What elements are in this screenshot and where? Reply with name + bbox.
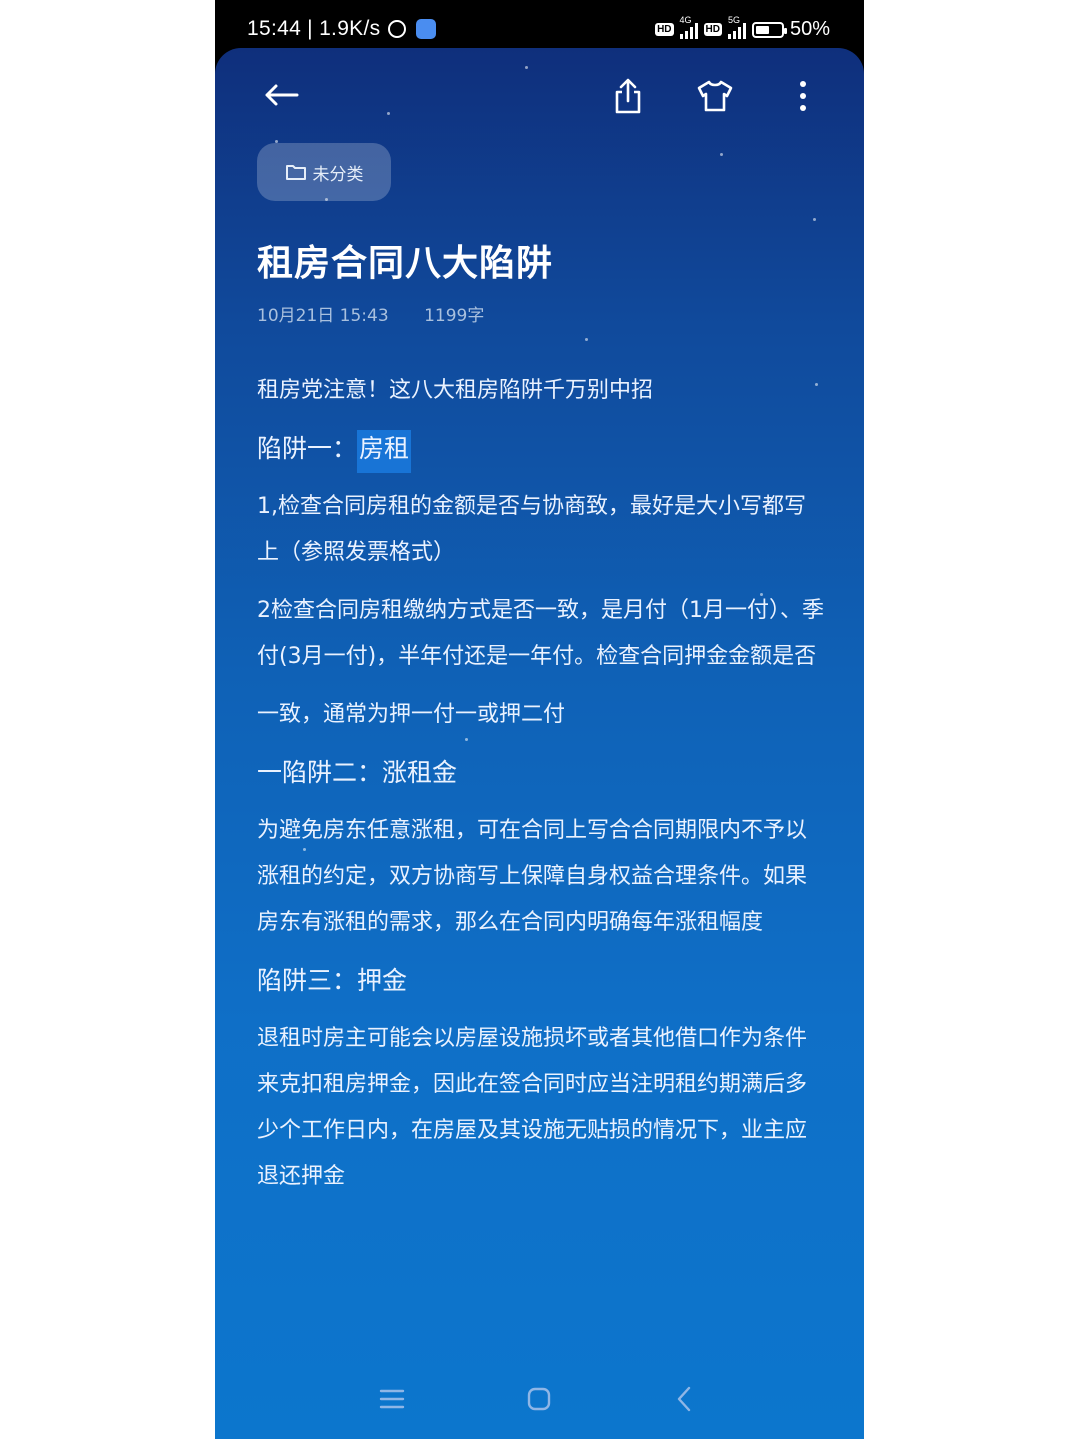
signal-icon-1: 4G (679, 15, 698, 39)
body-paragraph-5: 退租时房主可能会以房屋设施损坏或者其他借口作为条件来克扣租房押金，因此在签合同时… (257, 1026, 808, 1189)
section-heading-2: 一陷阱二：涨租金 (257, 758, 458, 787)
hd-badge-2: HD (703, 23, 722, 36)
share-button[interactable] (608, 76, 648, 116)
body-paragraph-3: 一致，通常为押一付一或押二付 (257, 702, 566, 727)
note-meta: 10月21日 15:43 1199字 (257, 301, 514, 326)
section-heading-3: 陷阱三：押金 (257, 966, 408, 995)
network-type-2: 5G (727, 14, 740, 25)
body-paragraph-1: 1,检查合同房租的金额是否与协商致，最好是大小写都写上（参照发票格式） (257, 494, 806, 565)
toolbar (215, 76, 864, 116)
theme-button[interactable] (695, 76, 735, 116)
system-nav-bar (215, 1359, 864, 1439)
back-chevron-icon (677, 1386, 691, 1412)
section-heading-1: 陷阱一：房租 (257, 426, 827, 473)
note-screen: 未分类 租房合同八大陷阱 10月21日 15:43 1199字 租房党注意！这八… (215, 48, 864, 1439)
menu-icon (379, 1389, 405, 1409)
more-vertical-icon (800, 81, 806, 111)
hd-badge-1: HD (655, 23, 674, 36)
category-label: 未分类 (312, 164, 364, 185)
battery-level: 50% (789, 18, 830, 40)
folder-icon (285, 165, 306, 180)
alarm-icon (388, 20, 407, 38)
body-paragraph-2: 2检查合同房租缴纳方式是否一致，是月付（1月一付）、季付(3月一付)，半年付还是… (257, 598, 824, 669)
category-chip[interactable]: 未分类 (257, 143, 391, 201)
body-intro: 租房党注意！这八大租房陷阱千万别中招 (257, 378, 654, 403)
status-right: HD 4G HD 5G 50% (655, 15, 830, 41)
status-time: 15:44 | 1.9K/s (247, 17, 381, 40)
back-button[interactable] (261, 76, 301, 116)
tshirt-icon (697, 80, 733, 112)
status-left: 15:44 | 1.9K/s (247, 17, 437, 41)
phone-screen: 15:44 | 1.9K/s HD 4G HD 5G 50% 未分类 租房合同八… (215, 0, 864, 1439)
heading-1-prefix: 陷阱一： (257, 434, 358, 463)
signal-icon-2: 5G (727, 15, 746, 39)
nav-menu-button[interactable] (378, 1385, 406, 1413)
body-paragraph-4: 为避免房东任意涨租，可在合同上写合合同期限内不予以涨租的约定，双方协商写上保障自… (257, 818, 808, 935)
battery-icon (751, 21, 787, 38)
network-type-1: 4G (679, 14, 692, 25)
note-body[interactable]: 租房党注意！这八大租房陷阱千万别中招 陷阱一：房租 1,检查合同房租的金额是否与… (257, 368, 827, 1200)
word-count: 1199字 (424, 306, 485, 326)
nav-back-button[interactable] (671, 1385, 699, 1413)
note-date: 10月21日 15:43 (257, 306, 389, 326)
arrow-left-icon (265, 84, 299, 106)
home-square-icon (527, 1387, 551, 1411)
more-button[interactable] (783, 76, 823, 116)
selected-text[interactable]: 房租 (357, 430, 412, 473)
note-title[interactable]: 租房合同八大陷阱 (257, 234, 553, 286)
app-notification-icon (416, 19, 437, 39)
nav-home-button[interactable] (525, 1385, 553, 1413)
share-icon (615, 78, 641, 114)
